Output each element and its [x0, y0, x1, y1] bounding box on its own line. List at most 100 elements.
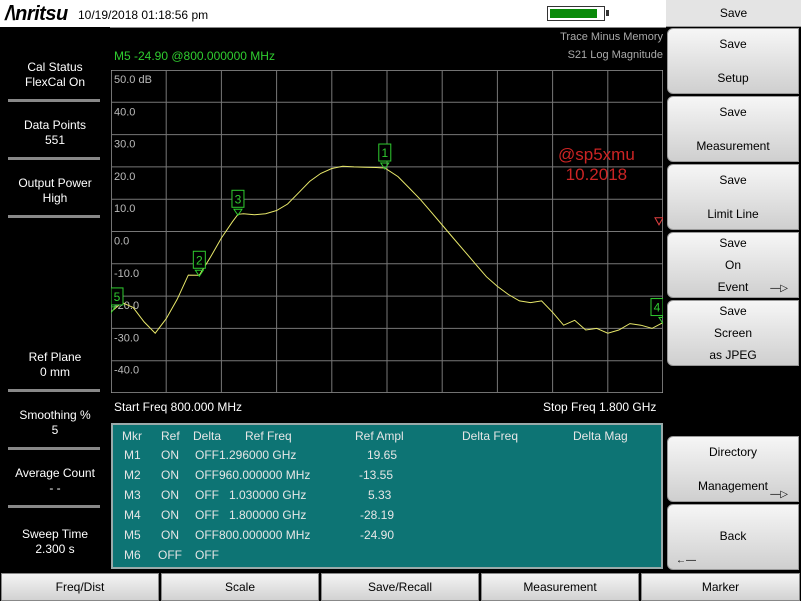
- trace-format-label: S21 Log Magnitude: [567, 49, 663, 61]
- col-header-ref: Ref: [161, 429, 180, 443]
- softkey-label: as JPEG: [709, 348, 757, 362]
- active-marker-readout: M5 -24.90 @800.000000 MHz: [114, 49, 275, 63]
- table-cell-ref: ON: [161, 448, 179, 462]
- softkey-label: Save: [719, 173, 747, 187]
- datetime-readout: 10/19/2018 01:18:56 pm: [78, 8, 209, 22]
- left-status-panel: Cal Status FlexCal On Data Points 551 Ou…: [0, 27, 110, 572]
- table-cell-delta: OFF: [195, 488, 219, 502]
- softkey-label: Directory: [708, 445, 757, 459]
- separator: [8, 505, 100, 508]
- battery-icon: [547, 6, 605, 21]
- table-cell-mkr: M2: [124, 468, 141, 482]
- average-count-value: - -: [49, 481, 61, 495]
- y-tick-label: 10.0: [114, 203, 135, 215]
- main-menu-bar: Freq/Dist Scale Save/Recall Measurement …: [0, 573, 801, 601]
- softkey-label: Save: [719, 105, 747, 119]
- softkey-label: Screen: [713, 326, 753, 340]
- tab-save-recall[interactable]: Save/Recall: [321, 573, 479, 601]
- save-screen-jpeg-button[interactable]: Save Screen as JPEG: [667, 300, 799, 366]
- table-cell-ref-ampl: -28.19: [360, 508, 395, 522]
- anritsu-logo: /\nritsu: [5, 3, 68, 25]
- table-cell-ref-freq: 1.296000 GHz: [219, 448, 297, 462]
- col-header-delta-mag: Delta Mag: [573, 429, 628, 443]
- marker-label: 2: [196, 253, 203, 267]
- y-tick-label: 40.0: [114, 106, 135, 118]
- y-tick-label: -40.0: [114, 365, 139, 377]
- table-cell-mkr: M1: [124, 448, 141, 462]
- watermark-callsign: @sp5xmu: [558, 145, 635, 164]
- trace-info: Trace Minus Memory S21 Log Magnitude: [520, 28, 663, 64]
- start-frequency: Start Freq 800.000 MHz: [114, 400, 243, 414]
- marker-label: 1: [381, 146, 388, 160]
- save-limit-line-button[interactable]: Save Limit Line: [667, 164, 799, 230]
- marker-label: 4: [654, 301, 661, 315]
- table-cell-ref-ampl: -24.90: [360, 528, 395, 542]
- softkey-label: Save: [719, 304, 747, 318]
- submenu-arrow-icon: —▷: [770, 283, 788, 294]
- save-on-event-button[interactable]: Save On Event —▷: [667, 232, 799, 298]
- table-cell-mkr: M5: [124, 528, 141, 542]
- save-measurement-button[interactable]: Save Measurement: [667, 96, 799, 162]
- cal-status-value: FlexCal On: [24, 75, 86, 89]
- smoothing-label: Smoothing %: [19, 408, 91, 422]
- softkey-label: Setup: [717, 71, 749, 85]
- directory-management-button[interactable]: Directory Management —▷: [667, 436, 799, 502]
- y-tick-label: -10.0: [114, 268, 139, 280]
- table-cell-ref-ampl: 19.65: [367, 448, 398, 462]
- table-cell-delta: OFF: [195, 468, 219, 482]
- softkey-label: Back: [719, 529, 747, 543]
- ref-plane-label: Ref Plane: [28, 350, 82, 364]
- sweep-time-label: Sweep Time: [21, 527, 89, 541]
- tab-measurement[interactable]: Measurement: [481, 573, 639, 601]
- back-arrow-icon: ←—: [676, 555, 696, 566]
- ref-plane-value: 0 mm: [40, 365, 70, 379]
- y-unit-label: 50.0 dB: [114, 74, 152, 86]
- stop-frequency: Stop Freq 1.800 GHz: [543, 400, 657, 414]
- back-button[interactable]: Back ←—: [667, 504, 799, 570]
- col-header-mkr: Mkr: [122, 429, 142, 443]
- table-cell-ref: ON: [161, 488, 179, 502]
- table-cell-delta: OFF: [195, 508, 219, 522]
- tab-freq-dist[interactable]: Freq/Dist: [1, 573, 159, 601]
- save-setup-button[interactable]: Save Setup: [667, 28, 799, 94]
- table-cell-ref-freq: 800.000000 MHz: [219, 528, 311, 542]
- marker-table: Mkr Ref Delta Ref Freq Ref Ampl Delta Fr…: [111, 423, 663, 569]
- trace-math-label: Trace Minus Memory: [560, 31, 663, 43]
- marker-label: 5: [114, 290, 121, 304]
- menu-title: Save: [666, 0, 801, 27]
- output-power-value: High: [42, 191, 68, 205]
- cal-status-label: Cal Status: [27, 60, 83, 74]
- col-header-delta: Delta: [193, 429, 222, 443]
- separator: [8, 447, 100, 450]
- softkey-label: Limit Line: [707, 207, 759, 221]
- separator: [8, 215, 100, 218]
- y-tick-label: 20.0: [114, 171, 135, 183]
- softkey-label: Save: [719, 37, 747, 51]
- plot-svg[interactable]: 50.0 dB40.030.020.010.00.0-10.0-20.0-30.…: [106, 69, 668, 394]
- softkey-menu: Save Save Setup Save Measurement Save Li…: [666, 0, 801, 572]
- y-tick-label: -30.0: [114, 332, 139, 344]
- separator: [8, 389, 100, 392]
- average-count-label: Average Count: [15, 466, 95, 480]
- table-cell-mkr: M6: [124, 548, 141, 562]
- y-tick-label: 0.0: [114, 236, 129, 248]
- table-cell-ref-ampl: -13.55: [359, 468, 394, 482]
- table-cell-ref-ampl: 5.33: [368, 488, 392, 502]
- marker-label: 3: [235, 192, 242, 206]
- y-tick-label: 30.0: [114, 139, 135, 151]
- status-bar: /\nritsu 10/19/2018 01:18:56 pm: [0, 0, 666, 28]
- table-cell-ref: ON: [161, 468, 179, 482]
- separator: [8, 99, 100, 102]
- table-cell-mkr: M3: [124, 488, 141, 502]
- watermark-date: 10.2018: [565, 165, 628, 184]
- table-cell-ref-freq: 1.030000 GHz: [229, 488, 307, 502]
- data-points-value: 551: [44, 133, 66, 147]
- table-cell-ref: OFF: [158, 548, 182, 562]
- table-cell-ref-freq: 1.800000 GHz: [229, 508, 307, 522]
- output-power-label: Output Power: [18, 176, 92, 190]
- softkey-label: Save: [719, 236, 747, 250]
- measurement-plot[interactable]: 50.0 dB 40.0 30.0 20.0 10.0 0.0 -10.0 -20.0 -30.…: [106, 69, 668, 394]
- tab-scale[interactable]: Scale: [161, 573, 319, 601]
- smoothing-value: 5: [51, 423, 59, 437]
- tab-marker[interactable]: Marker: [641, 573, 800, 601]
